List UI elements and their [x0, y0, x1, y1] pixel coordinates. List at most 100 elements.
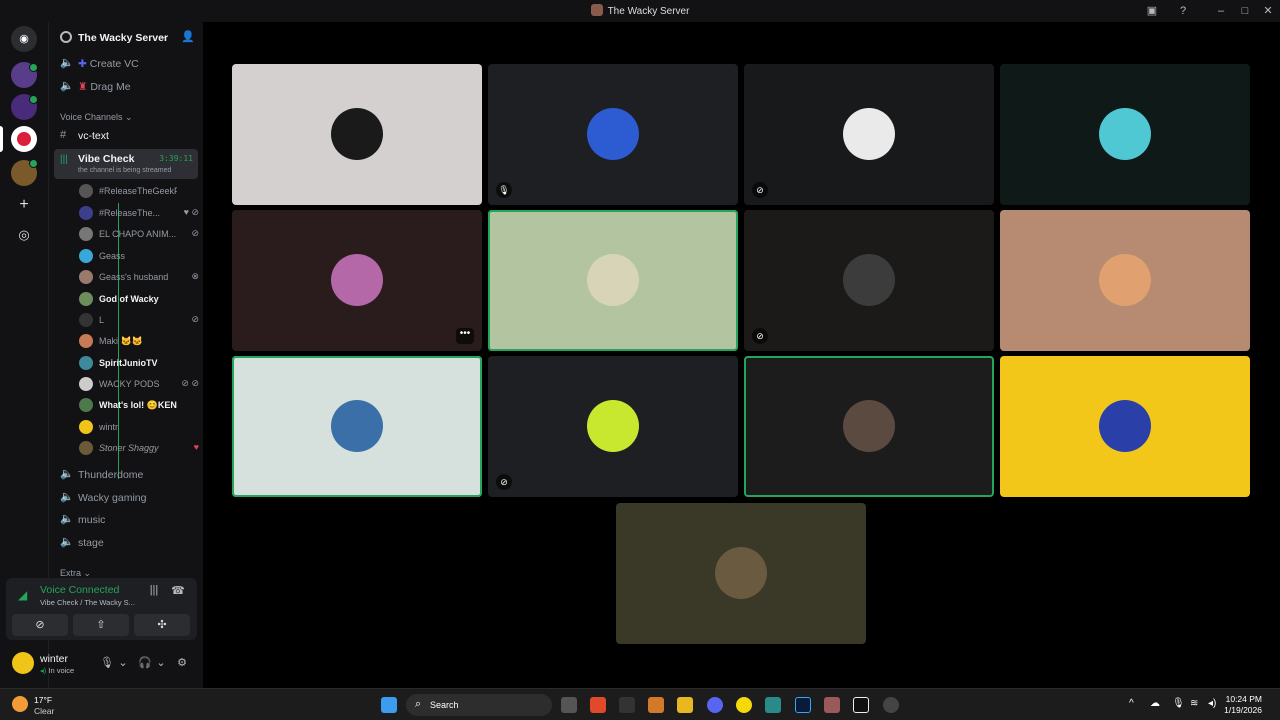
add-user-icon[interactable]: 👤 [181, 30, 195, 43]
task-view-icon[interactable] [561, 697, 577, 713]
system-clock[interactable]: 10:24 PM 1/19/2026 [1224, 694, 1262, 716]
participant-tile[interactable] [232, 64, 482, 205]
minimize-button[interactable]: – [1213, 3, 1229, 19]
voice-user[interactable]: #ReleaseTheGeekFiles [76, 181, 201, 201]
voice-user[interactable]: Geass [76, 246, 201, 266]
channel-drag-me[interactable]: 🔈 ♜ Drag Me [49, 77, 204, 97]
channel-vibe-check[interactable]: ||| Vibe Check 3:39:11 the channel is be… [54, 149, 198, 179]
voice-user[interactable]: WACKY PODS ⊘ ⊘ [76, 374, 201, 394]
camera-off-button[interactable]: ⊘ [12, 614, 68, 636]
participant-tile[interactable] [232, 356, 482, 497]
help-icon[interactable]: ? [1175, 3, 1191, 19]
chevron-down-icon[interactable]: ⌄ [116, 656, 130, 670]
avatar [79, 227, 93, 241]
add-server-icon[interactable]: + [11, 192, 37, 218]
channel-create-vc[interactable]: 🔈 ✚ Create VC [49, 54, 204, 74]
brave-browser-icon[interactable] [590, 697, 606, 713]
voice-badge-icon [29, 63, 38, 72]
avatar [79, 356, 93, 370]
disconnect-icon[interactable]: ☎ [170, 584, 186, 600]
windows-start-icon[interactable] [381, 697, 397, 713]
search-icon: ⌕ [415, 698, 422, 710]
discord-home-icon[interactable]: ◉ [11, 26, 37, 52]
participant-avatar [587, 108, 639, 160]
app-icon[interactable] [883, 697, 899, 713]
wifi-icon[interactable]: ≋ [1190, 698, 1198, 709]
share-screen-button[interactable]: ⇧ [73, 614, 129, 636]
microphone-tray-icon[interactable]: 🎙 [1172, 698, 1185, 709]
noise-suppression-icon[interactable]: ||| [146, 584, 162, 600]
discord-taskbar-icon[interactable] [707, 697, 723, 713]
microphone-icon[interactable]: 🎙 [100, 656, 114, 670]
voice-user[interactable]: #ReleaseThe... ♥ ⊘ [76, 203, 201, 223]
user-avatar[interactable] [12, 652, 34, 674]
participant-tile[interactable] [1000, 64, 1250, 205]
server-wacky[interactable] [11, 126, 37, 152]
channel-stage[interactable]: 🔈 stage [49, 533, 204, 553]
headphones-icon[interactable]: 🎧 [138, 656, 152, 670]
inbox-icon[interactable]: ▣ [1144, 3, 1160, 19]
stage-icon: 🔈 [60, 536, 74, 548]
tray-chevron-up-icon[interactable]: ^ [1129, 698, 1134, 709]
avatar [79, 270, 93, 284]
voice-user[interactable]: wintr [76, 417, 201, 437]
voice-user[interactable]: L ⊘ [76, 310, 201, 330]
app-icon[interactable] [853, 697, 869, 713]
voice-user[interactable]: Geass's husband ⊗ [76, 267, 201, 287]
plus-icon: ✚ [78, 58, 87, 70]
hash-icon: # [60, 129, 67, 141]
server-header[interactable]: The Wacky Server ⌄ 👤 [49, 22, 204, 54]
live-app-icon[interactable] [619, 697, 635, 713]
channel-wacky-gaming[interactable]: 🔈 Wacky gaming [49, 488, 204, 508]
chevron-down-icon[interactable]: ⌄ [154, 656, 168, 670]
voice-location[interactable]: Vibe Check / The Wacky S... [40, 598, 135, 607]
snapchat-icon[interactable] [736, 697, 752, 713]
voice-user[interactable]: SpiritJunioTV [76, 353, 201, 373]
app-icon[interactable] [765, 697, 781, 713]
activities-button[interactable]: ✣ [134, 614, 190, 636]
channel-thunderdome[interactable]: 🔈 Thunderdome [49, 465, 204, 485]
muted-icon: ⊘ [752, 328, 768, 344]
voice-user[interactable]: What's lol! 😊KEN [76, 395, 201, 415]
voice-user[interactable]: Stoner Shaggy ♥ [76, 438, 201, 458]
user-panel: winter ◂) In voice 🎙 ⌄ 🎧 ⌄ ⚙ [6, 646, 197, 682]
photoshop-icon[interactable] [795, 697, 811, 713]
volume-icon[interactable]: ◂) [1208, 698, 1216, 709]
voice-user[interactable]: Maki 🐱🐱 [76, 331, 201, 351]
signal-icon[interactable]: ◢ [18, 588, 27, 602]
voice-user[interactable]: EL CHAPO ANIM... ⊘ [76, 224, 201, 244]
voice-user[interactable]: God of Wacky [76, 289, 201, 309]
participant-avatar [331, 254, 383, 306]
participant-tile[interactable]: ⊘ [744, 210, 994, 351]
participant-tile[interactable]: 🎙 [488, 64, 738, 205]
participant-tile[interactable] [1000, 356, 1250, 497]
category-voice-channels[interactable]: Voice Channels ⌄ [60, 112, 133, 123]
avatar [79, 398, 93, 412]
participant-tile[interactable] [616, 503, 866, 644]
chevron-down-icon[interactable]: ⌄ [159, 31, 167, 42]
channel-vc-text[interactable]: # vc-text [49, 126, 204, 146]
discover-icon[interactable]: ◎ [11, 222, 37, 248]
channel-music[interactable]: 🔈 music [49, 510, 204, 530]
participant-tile[interactable]: ••• [232, 210, 482, 351]
close-button[interactable]: ✕ [1260, 3, 1276, 19]
participant-avatar [715, 547, 767, 599]
app-icon[interactable] [824, 697, 840, 713]
channel-subtitle: the channel is being streamed [78, 167, 172, 174]
participant-tile[interactable] [488, 210, 738, 351]
file-explorer-icon[interactable] [677, 697, 693, 713]
app-icon[interactable] [648, 697, 664, 713]
settings-gear-icon[interactable]: ⚙ [175, 656, 189, 670]
maximize-button[interactable]: □ [1237, 3, 1253, 19]
muted-icon: ⊘ [752, 182, 768, 198]
participant-avatar [587, 400, 639, 452]
participant-tile[interactable] [1000, 210, 1250, 351]
taskbar-search[interactable]: ⌕ Search [406, 694, 552, 716]
onedrive-icon[interactable]: ☁ [1150, 698, 1160, 709]
participant-tile[interactable]: ⊘ [488, 356, 738, 497]
participant-tile[interactable]: ⊘ [744, 64, 994, 205]
more-options-button[interactable]: ••• [456, 328, 474, 344]
selected-indicator [0, 126, 3, 152]
participant-tile[interactable] [744, 356, 994, 497]
avatar [79, 377, 93, 391]
